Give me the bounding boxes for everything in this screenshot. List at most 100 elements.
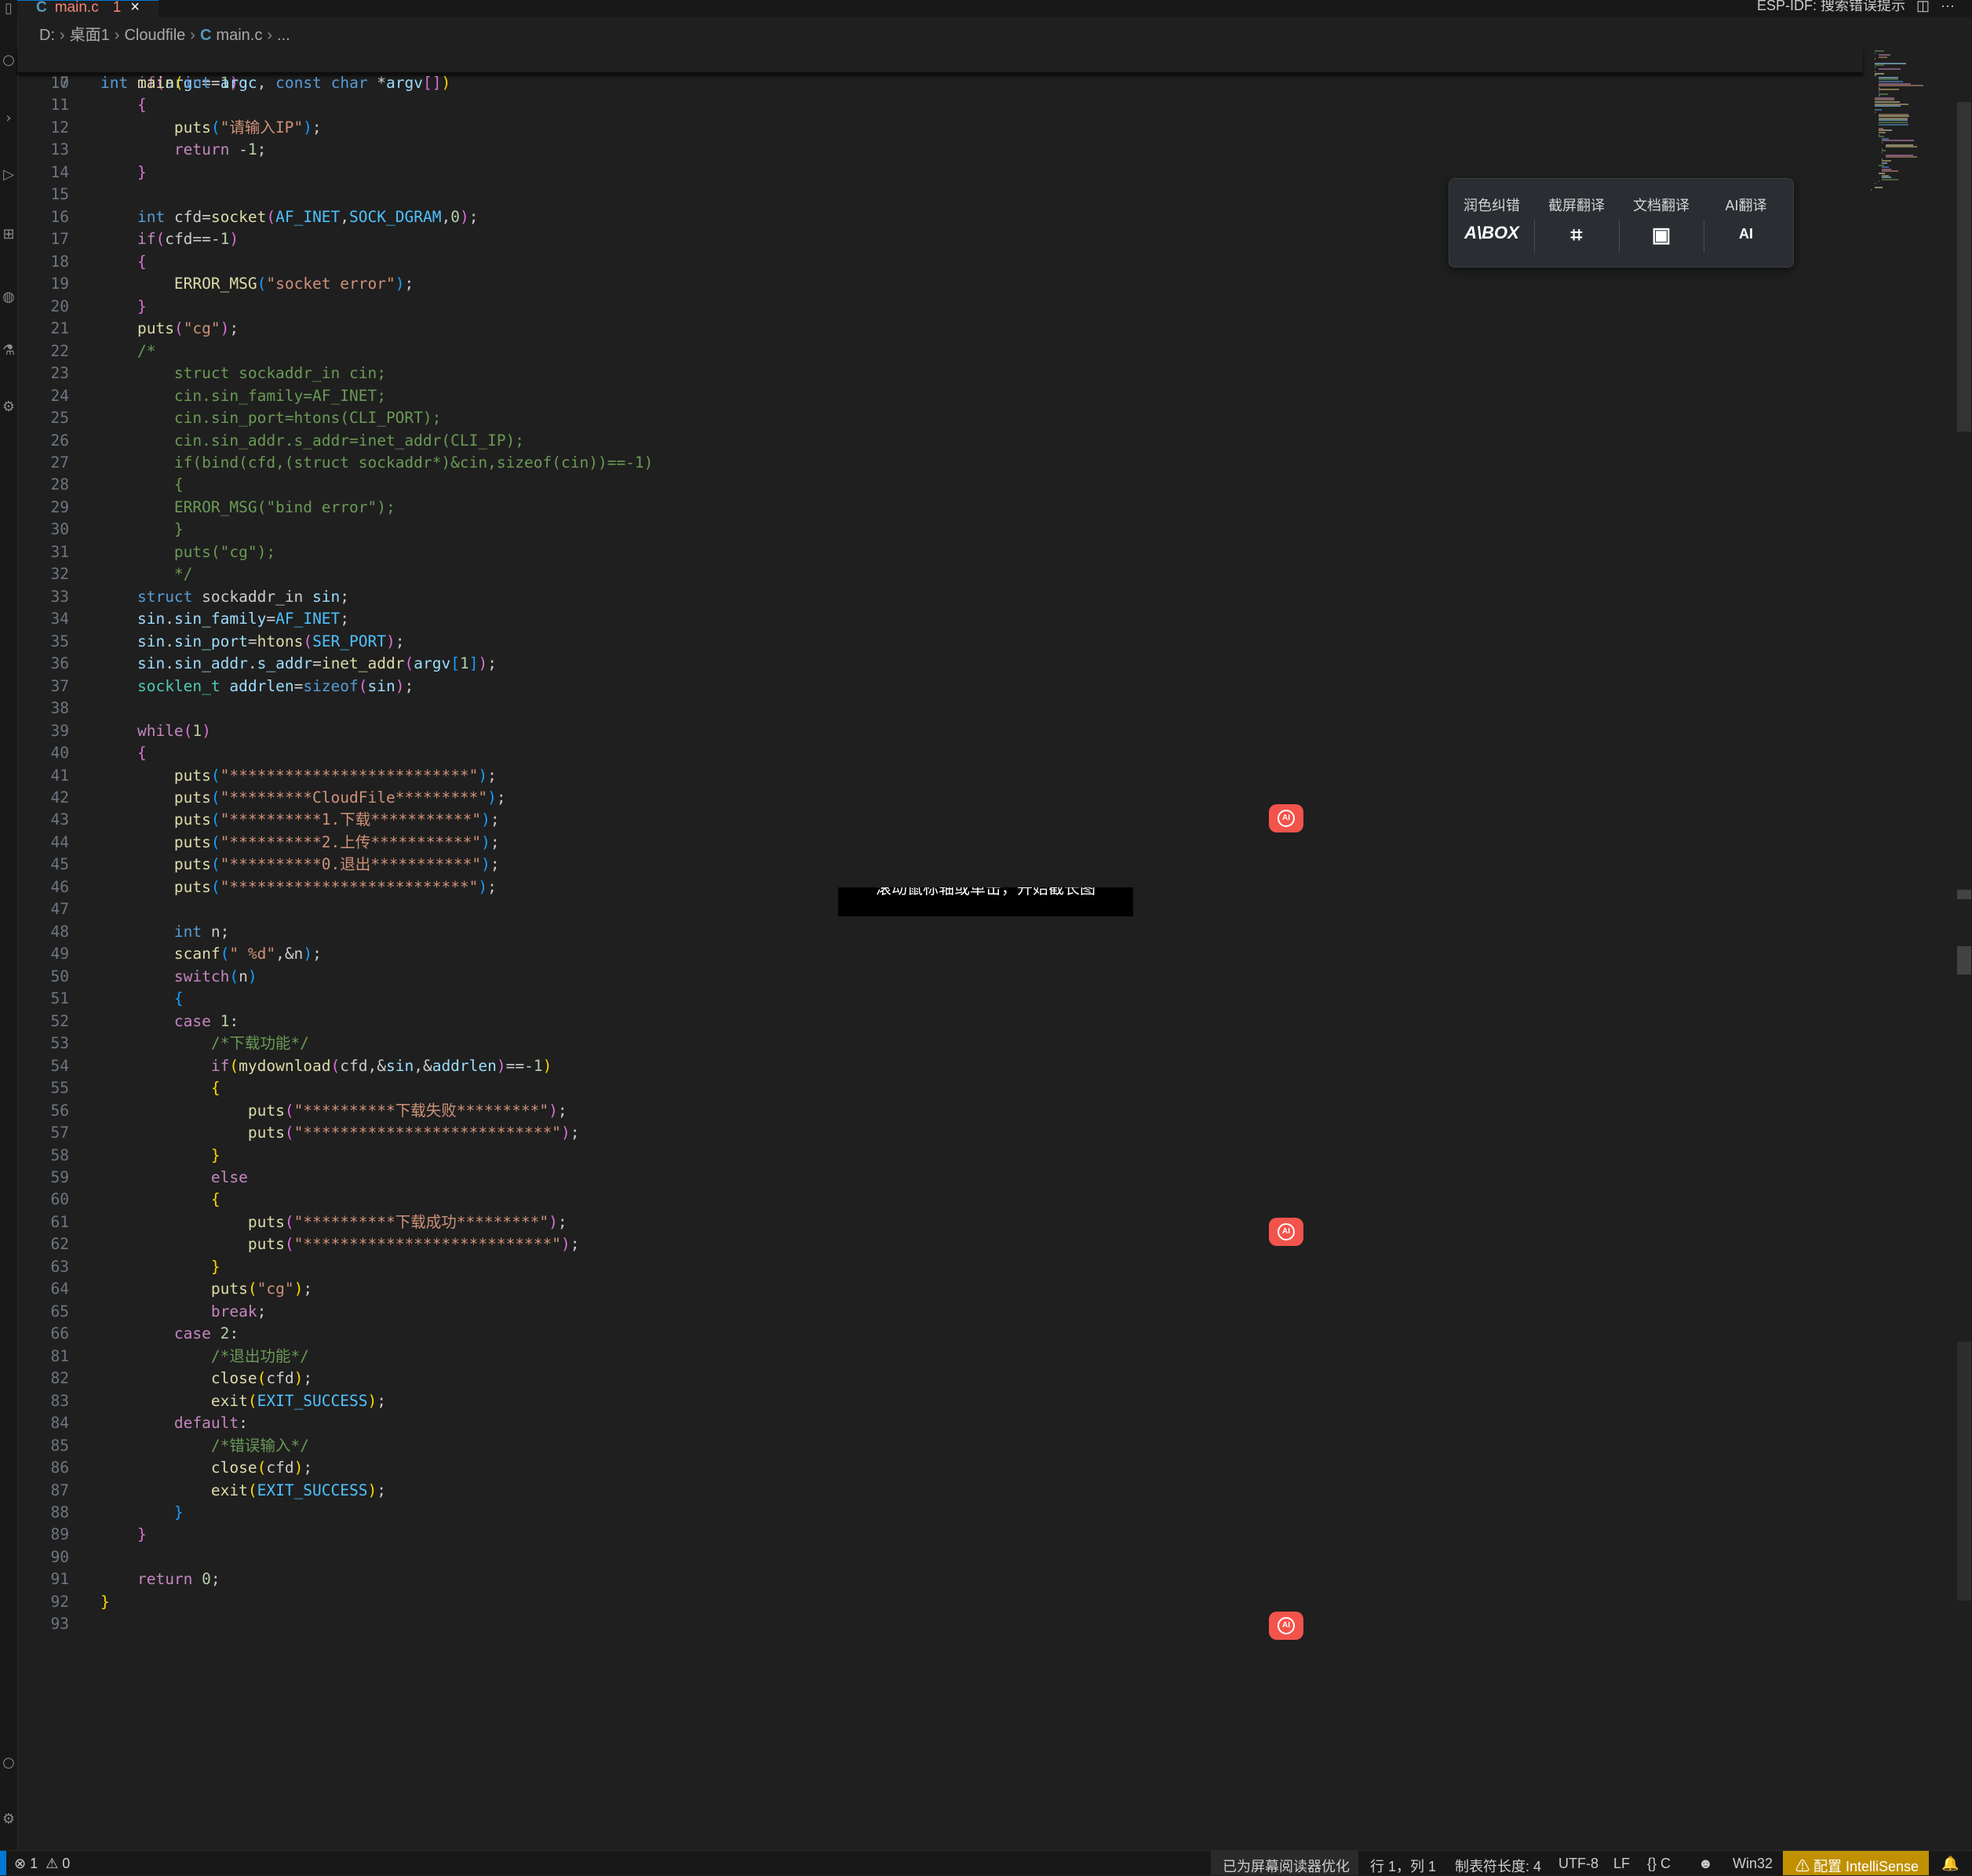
configure-intellisense-button[interactable]: ⚠ 配置 IntelliSense: [1783, 1851, 1929, 1875]
code-line[interactable]: 35 sin.sin_port=htons(SER_PORT);: [17, 631, 1863, 653]
code-line[interactable]: 26 cin.sin_addr.s_addr=inet_addr(CLI_IP)…: [17, 430, 1863, 452]
encoding[interactable]: UTF-8: [1558, 1856, 1598, 1872]
code-line[interactable]: 33 struct sockaddr_in sin;: [17, 586, 1863, 608]
code-line[interactable]: 53 /*下载功能*/: [17, 1033, 1863, 1055]
code-line[interactable]: 89 }: [17, 1524, 1863, 1546]
account-icon[interactable]: ○: [0, 1754, 17, 1772]
screen-reader-mode[interactable]: 已为屏幕阅读器优化: [1223, 1856, 1350, 1876]
code-line[interactable]: 44 puts("**********2.上传***********");: [17, 832, 1863, 854]
ai-assistant-badge[interactable]: AI: [1269, 1218, 1303, 1246]
platform[interactable]: Win32: [1733, 1856, 1773, 1872]
code-line[interactable]: 37 socklen_t addrlen=sizeof(sin);: [17, 676, 1863, 698]
code-line[interactable]: 93: [17, 1613, 1863, 1635]
settings-gear-icon[interactable]: ⚙: [0, 1811, 17, 1828]
code-line[interactable]: 34 sin.sin_family=AF_INET;: [17, 608, 1863, 630]
code-line[interactable]: 57 puts("***************************");: [17, 1122, 1863, 1144]
source-control-icon[interactable]: ›: [0, 110, 17, 127]
split-editor-icon[interactable]: ◫: [1916, 0, 1930, 13]
code-line[interactable]: 65 break;: [17, 1301, 1863, 1323]
document-translate-button[interactable]: 文档翻译 ▣: [1619, 179, 1704, 267]
testing-icon[interactable]: ⚗: [0, 342, 17, 359]
code-line[interactable]: 50 switch(n): [17, 966, 1863, 988]
breadcrumb-file[interactable]: main.c: [216, 27, 262, 44]
end-of-line[interactable]: LF: [1613, 1856, 1630, 1872]
code-line[interactable]: 30 }: [17, 519, 1863, 541]
code-line[interactable]: 66 case 2:: [17, 1323, 1863, 1345]
code-line[interactable]: 21 puts("cg");: [17, 318, 1863, 340]
remote-icon[interactable]: ◍: [0, 289, 17, 306]
code-line[interactable]: 20 }: [17, 296, 1863, 318]
code-line[interactable]: 64 puts("cg");: [17, 1278, 1863, 1300]
code-line[interactable]: 13 return -1;: [17, 139, 1863, 161]
breadcrumb-folder1[interactable]: 桌面1: [70, 27, 110, 44]
code-line[interactable]: 27 if(bind(cfd,(struct sockaddr*)&cin,si…: [17, 452, 1863, 474]
code-line[interactable]: 36 sin.sin_addr.s_addr=inet_addr(argv[1]…: [17, 653, 1863, 675]
copilot-icon[interactable]: ☻: [1698, 1856, 1713, 1872]
code-line[interactable]: 87 exit(EXIT_SUCCESS);: [17, 1480, 1863, 1502]
scrollbar-track-region[interactable]: [1957, 1342, 1971, 1601]
breadcrumb-folder2[interactable]: Cloudfile: [124, 27, 185, 44]
code-line[interactable]: 49 scanf(" %d",&n);: [17, 943, 1863, 965]
code-line[interactable]: 19 ERROR_MSG("socket error");: [17, 273, 1863, 295]
code-line[interactable]: 83 exit(EXIT_SUCCESS);: [17, 1390, 1863, 1412]
code-line[interactable]: 59 else: [17, 1167, 1863, 1189]
breadcrumb-drive[interactable]: D:: [39, 27, 55, 44]
code-line[interactable]: 88 }: [17, 1502, 1863, 1524]
code-line[interactable]: 40 {: [17, 742, 1863, 764]
notifications-bell-icon[interactable]: 🔔: [1941, 1856, 1959, 1872]
scrollbar-thumb[interactable]: [1957, 102, 1971, 432]
code-line[interactable]: 81 /*退出功能*/: [17, 1346, 1863, 1368]
screenshot-translate-button[interactable]: 截屏翻译 ⌗: [1534, 179, 1619, 267]
more-actions-icon[interactable]: ···: [1941, 0, 1955, 13]
minimap[interactable]: [1864, 47, 1957, 204]
code-line[interactable]: 51 {: [17, 988, 1863, 1010]
code-line[interactable]: 62 puts("***************************");: [17, 1233, 1863, 1255]
code-line[interactable]: 61 puts("**********下载成功*********");: [17, 1211, 1863, 1233]
code-line[interactable]: 42 puts("*********CloudFile*********");: [17, 787, 1863, 809]
code-line[interactable]: 52 case 1:: [17, 1011, 1863, 1033]
code-line[interactable]: 63 }: [17, 1256, 1863, 1278]
code-line[interactable]: 90: [17, 1546, 1863, 1568]
code-line[interactable]: 92}: [17, 1591, 1863, 1613]
code-line[interactable]: 54 if(mydownload(cfd,&sin,&addrlen)==-1): [17, 1055, 1863, 1077]
search-icon[interactable]: ○: [0, 52, 17, 69]
extensions-icon[interactable]: ⊞: [0, 226, 17, 243]
code-line[interactable]: 31 puts("cg");: [17, 541, 1863, 563]
code-line[interactable]: 12 puts("请输入IP");: [17, 117, 1863, 139]
problems-indicator[interactable]: ⊗ 1 ⚠ 0: [14, 1856, 70, 1872]
code-line[interactable]: 84 default:: [17, 1412, 1863, 1434]
code-line[interactable]: 28 {: [17, 474, 1863, 496]
tab-size[interactable]: 制表符长度: 4: [1455, 1856, 1541, 1876]
code-line[interactable]: 23 struct sockaddr_in cin;: [17, 362, 1863, 384]
code-line[interactable]: 39 while(1): [17, 720, 1863, 742]
ai-assistant-badge[interactable]: AI: [1269, 1612, 1303, 1640]
cursor-position[interactable]: 行 1，列 1: [1370, 1856, 1436, 1876]
polish-correct-button[interactable]: 润色纠错 A\BOX: [1449, 179, 1534, 267]
close-icon[interactable]: ×: [130, 0, 140, 16]
code-line[interactable]: 41 puts("**************************");: [17, 765, 1863, 787]
esp-idf-search-error-hint[interactable]: ESP-IDF: 搜索错误提示: [1757, 0, 1905, 13]
code-line[interactable]: 22 /*: [17, 341, 1863, 362]
code-line[interactable]: 24 cin.sin_family=AF_INET;: [17, 385, 1863, 407]
code-line[interactable]: 82 close(cfd);: [17, 1368, 1863, 1390]
code-line[interactable]: 45 puts("**********0.退出***********");: [17, 854, 1863, 876]
code-line[interactable]: 58 }: [17, 1145, 1863, 1167]
code-line[interactable]: 60 {: [17, 1189, 1863, 1211]
code-line[interactable]: 91 return 0;: [17, 1568, 1863, 1590]
code-line[interactable]: 11 {: [17, 94, 1863, 116]
code-line[interactable]: 29 ERROR_MSG("bind error");: [17, 497, 1863, 519]
code-line[interactable]: 56 puts("**********下载失败*********");: [17, 1100, 1863, 1122]
run-debug-icon[interactable]: ▷: [0, 166, 17, 184]
code-line[interactable]: 32 */: [17, 563, 1863, 585]
code-line[interactable]: 25 cin.sin_port=htons(CLI_PORT);: [17, 407, 1863, 429]
esp-idf-icon[interactable]: ⚙: [0, 399, 17, 416]
code-line[interactable]: 38: [17, 698, 1863, 719]
tab-main-c[interactable]: Cmain.c 1 ×: [17, 0, 159, 18]
breadcrumb-symbol[interactable]: ...: [277, 27, 290, 44]
code-line[interactable]: 43 puts("**********1.下载***********");: [17, 809, 1863, 831]
code-line[interactable]: 48 int n;: [17, 921, 1863, 943]
language-mode[interactable]: {} C: [1647, 1856, 1671, 1872]
explorer-icon[interactable]: ▯: [0, 0, 17, 17]
remote-indicator[interactable]: [0, 1851, 6, 1875]
code-editor[interactable]: 10 if(argc==1) 11 {12 puts("请输入IP"); 13 re…: [17, 72, 1863, 1636]
